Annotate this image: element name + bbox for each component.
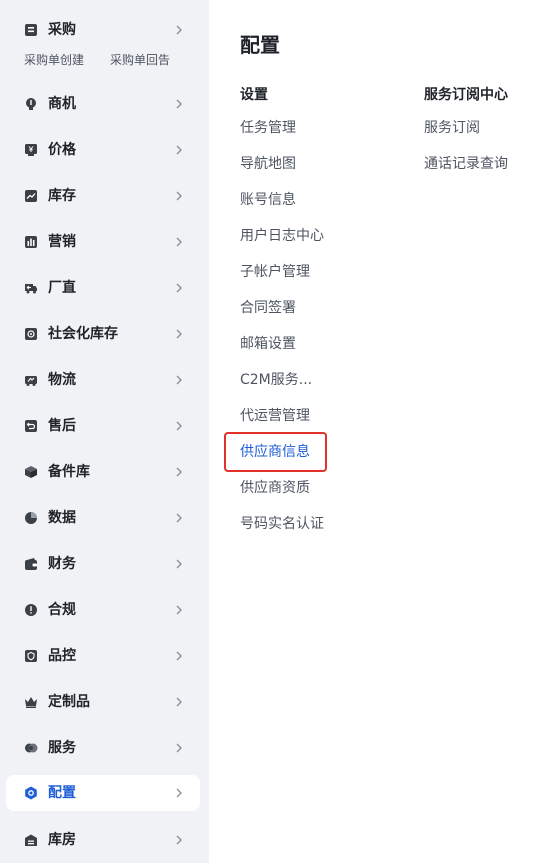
link-supplier-info[interactable]: 供应商信息 [240, 443, 310, 461]
sidebar-item-after-sales[interactable]: 售后 [6, 408, 200, 444]
storehouse-icon [24, 833, 38, 847]
chevron-right-icon[interactable] [172, 235, 186, 249]
chevron-right-icon[interactable] [172, 419, 186, 433]
sidebar-item-label: 商机 [48, 96, 76, 112]
purchase-icon [24, 23, 38, 37]
sidebar-item-service[interactable]: 服务 [6, 730, 200, 766]
link-operation-management[interactable]: 代运营管理 [240, 407, 310, 425]
sidebar-item-label: 售后 [48, 418, 76, 434]
hexagon-settings-icon [24, 786, 38, 800]
sidebar-item-quality-control[interactable]: 品控 [6, 638, 200, 674]
sidebar-item-storehouse[interactable]: 库房 [6, 822, 200, 858]
sidebar-item-label: 品控 [48, 648, 76, 664]
sidebar-item-config[interactable]: 配置 [6, 775, 200, 811]
sidebar: 采购 采购单创建 采购单回告 商机 价格 库存 营销 厂直 社会化库存 物流 售… [0, 0, 209, 863]
sidebar-item-social-inventory[interactable]: 社会化库存 [6, 316, 200, 352]
service-icon [24, 741, 38, 755]
chevron-right-icon[interactable] [172, 786, 186, 800]
sidebar-item-label: 厂直 [48, 280, 76, 296]
sidebar-item-logistics[interactable]: 物流 [6, 362, 200, 398]
chevron-right-icon[interactable] [172, 143, 186, 157]
sidebar-item-label: 价格 [48, 142, 76, 158]
sidebar-item-custom-products[interactable]: 定制品 [6, 684, 200, 720]
price-tag-icon [24, 143, 38, 157]
sidebar-item-label: 库房 [48, 832, 76, 848]
wallet-icon [24, 557, 38, 571]
sidebar-item-label: 财务 [48, 556, 76, 572]
sidebar-item-price[interactable]: 价格 [6, 132, 200, 168]
return-icon [24, 419, 38, 433]
sidebar-item-label: 配置 [48, 785, 76, 801]
link-sub-account-management[interactable]: 子帐户管理 [240, 263, 310, 281]
sub-link-purchase-reply[interactable]: 采购单回告 [110, 52, 170, 68]
warehouse-box-icon [24, 327, 38, 341]
chevron-right-icon[interactable] [172, 741, 186, 755]
sidebar-item-finance[interactable]: 财务 [6, 546, 200, 582]
link-call-record-query[interactable]: 通话记录查询 [424, 155, 508, 173]
sidebar-item-label: 备件库 [48, 464, 90, 480]
cube-icon [24, 465, 38, 479]
link-navigation-map[interactable]: 导航地图 [240, 155, 296, 173]
chevron-right-icon[interactable] [172, 695, 186, 709]
chevron-right-icon[interactable] [172, 465, 186, 479]
shield-icon [24, 649, 38, 663]
link-c2m-service[interactable]: C2M服务... [240, 371, 312, 389]
link-account-info[interactable]: 账号信息 [240, 191, 296, 209]
page-title: 配置 [240, 33, 280, 57]
crown-icon [24, 695, 38, 709]
section-heading-subscription-center: 服务订阅中心 [424, 87, 508, 103]
sidebar-item-label: 采购 [48, 22, 76, 38]
chevron-right-icon[interactable] [172, 557, 186, 571]
chevron-right-icon[interactable] [172, 649, 186, 663]
sidebar-item-marketing[interactable]: 营销 [6, 224, 200, 260]
sidebar-item-opportunity[interactable]: 商机 [6, 86, 200, 122]
chevron-right-icon[interactable] [172, 189, 186, 203]
link-user-log-center[interactable]: 用户日志中心 [240, 227, 324, 245]
chevron-right-icon[interactable] [172, 23, 186, 37]
link-email-settings[interactable]: 邮箱设置 [240, 335, 296, 353]
sidebar-item-inventory[interactable]: 库存 [6, 178, 200, 214]
lightbulb-icon [24, 97, 38, 111]
bar-chart-icon [24, 235, 38, 249]
sidebar-item-factory-direct[interactable]: 厂直 [6, 270, 200, 306]
sidebar-item-label: 社会化库存 [48, 326, 118, 342]
sub-link-purchase-create[interactable]: 采购单创建 [24, 52, 84, 68]
alert-icon [24, 603, 38, 617]
sidebar-item-label: 合规 [48, 602, 76, 618]
trend-chart-icon [24, 189, 38, 203]
chevron-right-icon[interactable] [172, 97, 186, 111]
link-supplier-qualification[interactable]: 供应商资质 [240, 479, 310, 497]
chevron-right-icon[interactable] [172, 373, 186, 387]
config-panel: 配置 设置 服务订阅中心 任务管理 导航地图 账号信息 用户日志中心 子帐户管理… [209, 0, 541, 863]
chevron-right-icon[interactable] [172, 327, 186, 341]
link-task-management[interactable]: 任务管理 [240, 119, 296, 137]
chevron-right-icon[interactable] [172, 833, 186, 847]
chevron-right-icon[interactable] [172, 603, 186, 617]
pie-chart-icon [24, 511, 38, 525]
sidebar-item-label: 库存 [48, 188, 76, 204]
sidebar-item-compliance[interactable]: 合规 [6, 592, 200, 628]
sidebar-item-label: 定制品 [48, 694, 90, 710]
chevron-right-icon[interactable] [172, 511, 186, 525]
sidebar-item-label: 数据 [48, 510, 76, 526]
link-phone-real-name-verification[interactable]: 号码实名认证 [240, 515, 324, 533]
truck-icon [24, 281, 38, 295]
sidebar-item-label: 物流 [48, 372, 76, 388]
logistics-icon [24, 373, 38, 387]
link-contract-signing[interactable]: 合同签署 [240, 299, 296, 317]
sidebar-item-label: 服务 [48, 740, 76, 756]
sidebar-item-purchase[interactable]: 采购 [6, 12, 200, 48]
chevron-right-icon[interactable] [172, 281, 186, 295]
section-heading-settings: 设置 [240, 87, 268, 103]
link-service-subscription[interactable]: 服务订阅 [424, 119, 480, 137]
sidebar-item-label: 营销 [48, 234, 76, 250]
sidebar-item-data[interactable]: 数据 [6, 500, 200, 536]
sidebar-item-spare-parts[interactable]: 备件库 [6, 454, 200, 490]
